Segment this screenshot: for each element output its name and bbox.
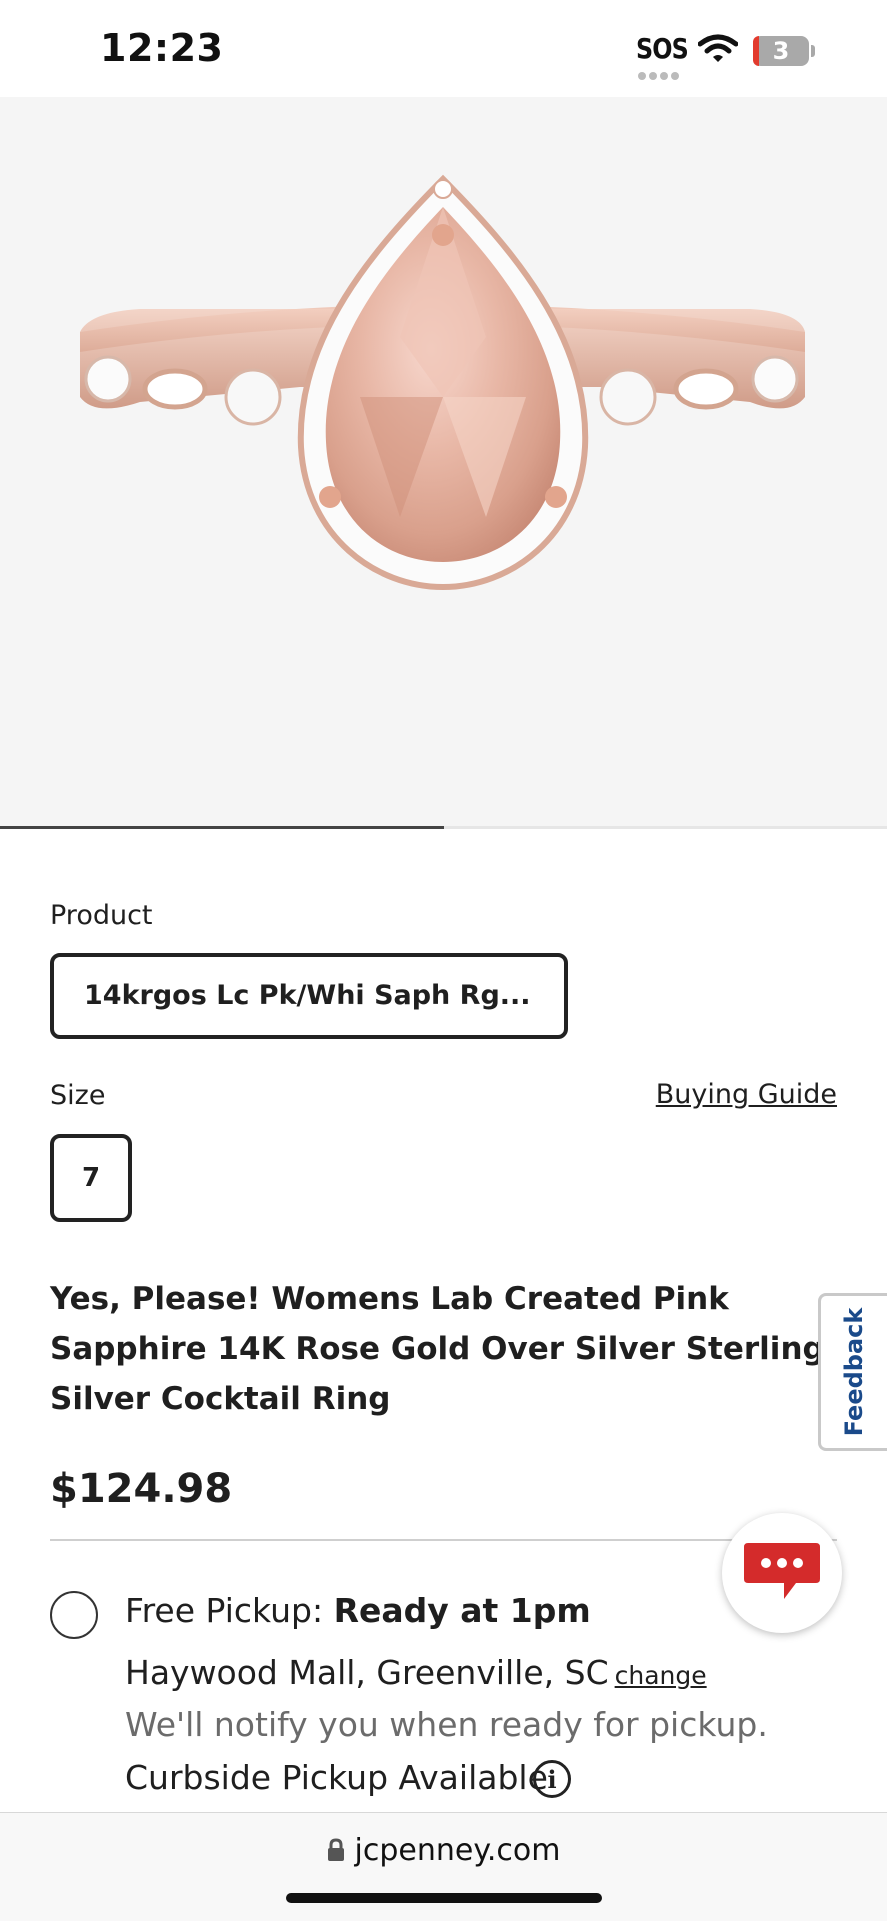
feedback-tab[interactable]: Feedback: [818, 1293, 887, 1451]
pickup-radio[interactable]: [50, 1591, 98, 1639]
gallery-progress-bar: [0, 826, 444, 829]
size-option-selected[interactable]: 7: [50, 1134, 132, 1222]
product-label: Product: [50, 900, 153, 931]
size-label: Size: [50, 1080, 106, 1111]
curbside-text: Curbside Pickup Available: [125, 1758, 548, 1797]
pickup-notify-text: We'll notify you when ready for pickup.: [125, 1705, 768, 1744]
battery-icon: 3: [753, 36, 809, 66]
change-store-link[interactable]: change: [615, 1661, 707, 1690]
signal-dots-icon: [638, 65, 684, 80]
product-image-gallery[interactable]: [0, 97, 887, 827]
lock-icon: [327, 1838, 344, 1861]
product-price: $124.98: [50, 1466, 233, 1512]
ring-image: [80, 174, 805, 591]
feedback-label: Feedback: [840, 1307, 868, 1437]
status-bar: 12:23 SOS 3: [0, 0, 887, 97]
buying-guide-link[interactable]: Buying Guide: [656, 1079, 837, 1110]
pickup-prefix: Free Pickup:: [125, 1591, 324, 1630]
home-indicator: [286, 1893, 602, 1903]
info-icon[interactable]: i: [533, 1760, 571, 1798]
battery-level: 3: [772, 37, 790, 65]
pickup-option[interactable]: Free Pickup: Ready at 1pm: [125, 1591, 591, 1630]
gallery-progress: [0, 826, 887, 829]
pickup-store: Haywood Mall, Greenville, SC change: [125, 1653, 707, 1692]
store-name: Haywood Mall, Greenville, SC: [125, 1653, 609, 1692]
url-text: jcpenney.com: [354, 1833, 561, 1868]
wifi-icon: [698, 34, 738, 62]
divider: [50, 1539, 837, 1541]
chat-button[interactable]: [722, 1513, 842, 1633]
chat-bubble-icon: [744, 1543, 820, 1599]
product-title: Yes, Please! Womens Lab Created Pink Sap…: [50, 1281, 825, 1417]
clock: 12:23: [100, 26, 224, 70]
pickup-ready-time: Ready at 1pm: [333, 1591, 591, 1630]
sos-indicator: SOS: [636, 32, 689, 65]
address-bar[interactable]: jcpenney.com: [0, 1833, 887, 1868]
product-select[interactable]: 14krgos Lc Pk/Whi Saph Rg...: [50, 953, 568, 1039]
